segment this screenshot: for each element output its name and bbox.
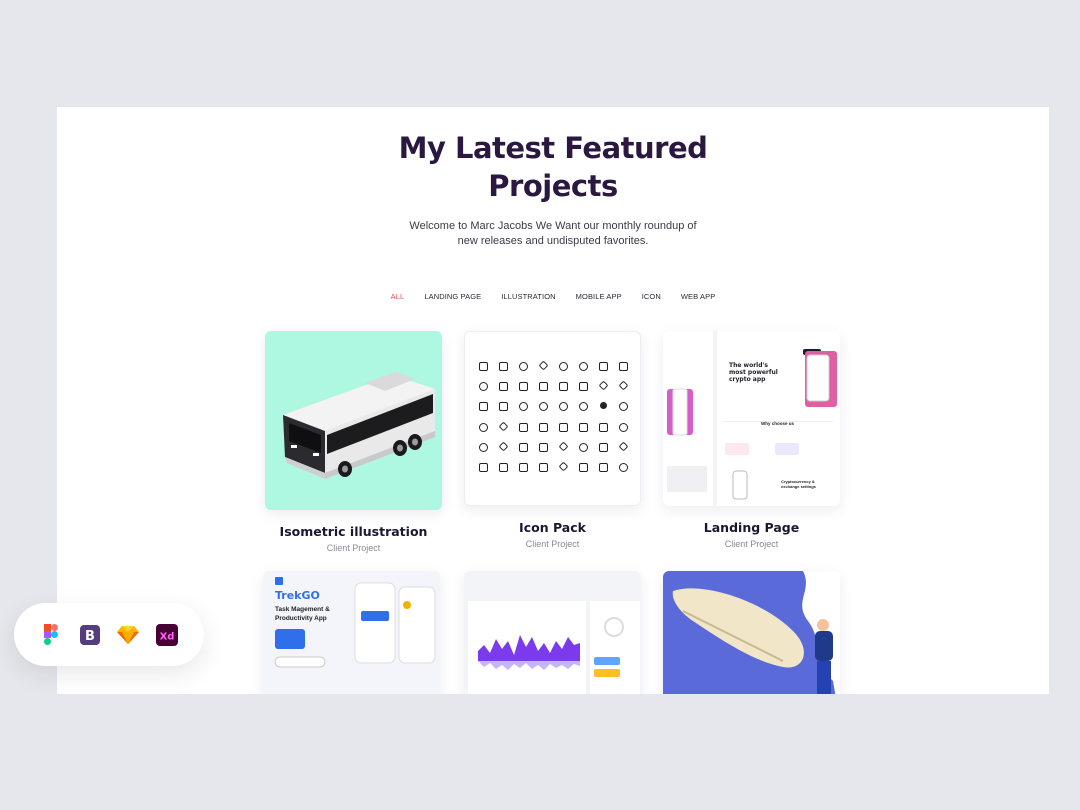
filter-tab-web-app[interactable]: WEB APP (681, 292, 715, 301)
grid-icon (538, 402, 548, 412)
grid-icon (498, 362, 508, 371)
grid-icon (498, 402, 508, 412)
grid-icon (578, 462, 588, 472)
grid-icon (598, 362, 608, 371)
grid-icon (598, 462, 608, 472)
grid-icon (578, 362, 588, 371)
xd-icon[interactable]: Xd (155, 623, 179, 647)
section-title: My Latest Featured Projects (57, 129, 1049, 205)
project-thumbnail: The world's most powerful crypto app Why… (663, 331, 840, 506)
grid-icon (618, 422, 628, 432)
project-card-whale[interactable] (663, 571, 840, 694)
section-subtitle: Welcome to Marc Jacobs We Want our month… (57, 219, 1049, 249)
project-card-landing-page[interactable]: The world's most powerful crypto app Why… (663, 331, 840, 549)
project-filter-tabs: ALL LANDING PAGE ILLUSTRATION MOBILE APP… (57, 292, 1049, 301)
project-card-isometric[interactable]: Isometric illustration Client Project (265, 331, 442, 553)
project-card-trekgo[interactable]: TrekGO Task Magement & Productivity App (263, 571, 440, 694)
grid-icon (558, 461, 568, 472)
bootstrap-icon[interactable]: B (78, 623, 102, 647)
title-line-2: Projects (488, 169, 618, 203)
project-title: Isometric illustration (279, 524, 428, 539)
design-tools-bar: B Xd (14, 603, 204, 666)
grid-icon (538, 360, 548, 371)
subtitle-line-2: new releases and undisputed favorites. (457, 235, 649, 247)
grid-icon (518, 382, 528, 392)
grid-icon (558, 422, 568, 432)
project-subtitle: Client Project (724, 539, 779, 549)
project-title: Icon Pack (519, 520, 586, 535)
grid-icon (598, 442, 608, 452)
grid-icon (538, 382, 548, 392)
grid-icon (518, 402, 528, 412)
dashboard-mockup (468, 601, 640, 694)
whale-illustration (663, 571, 836, 694)
grid-icon (518, 362, 528, 371)
mockup-section-title: Why choose us (761, 421, 795, 426)
grid-icon (558, 382, 568, 392)
project-card-icon-pack[interactable]: Icon Pack Client Project (464, 331, 641, 549)
project-title: Landing Page (703, 520, 800, 535)
portfolio-section: My Latest Featured Projects Welcome to M… (57, 107, 1049, 694)
svg-text:B: B (85, 629, 95, 644)
sketch-icon[interactable] (116, 623, 140, 647)
trek-mockup (274, 577, 436, 668)
project-thumbnail (464, 331, 641, 506)
grid-icon (478, 462, 488, 472)
grid-icon (618, 362, 628, 371)
grid-icon (598, 380, 608, 391)
project-thumbnail: TrekGO Task Magement & Productivity App (263, 571, 440, 694)
grid-icon (618, 402, 628, 412)
grid-icon (578, 422, 588, 432)
grid-icon (498, 462, 508, 472)
icon-grid (473, 360, 633, 472)
filter-tab-mobile-app[interactable]: MOBILE APP (576, 292, 622, 301)
grid-icon (478, 442, 488, 452)
project-thumbnail (464, 571, 641, 694)
grid-icon (578, 442, 588, 452)
grid-icon (478, 402, 488, 412)
grid-icon (618, 462, 628, 472)
grid-icon (538, 442, 548, 452)
project-thumbnail (663, 571, 840, 694)
grid-icon (498, 382, 508, 392)
grid-icon (498, 421, 508, 432)
svg-text:Xd: Xd (159, 631, 174, 642)
grid-icon (598, 422, 608, 432)
project-subtitle: Client Project (326, 543, 381, 553)
figma-icon[interactable] (39, 623, 63, 647)
grid-icon (558, 441, 568, 452)
grid-icon (558, 402, 568, 412)
grid-icon (478, 422, 488, 432)
mockup-headline: The world's most powerful crypto app (729, 362, 778, 383)
filter-tab-landing-page[interactable]: LANDING PAGE (424, 292, 481, 301)
grid-icon (538, 422, 548, 432)
grid-icon (518, 442, 528, 452)
grid-icon (518, 422, 528, 432)
grid-icon (558, 362, 568, 371)
subtitle-line-1: Welcome to Marc Jacobs We Want our month… (409, 220, 697, 232)
mockup-side-text: Cryptocurrency & exchange settings (781, 479, 816, 489)
grid-icon (478, 382, 488, 392)
grid-icon (478, 362, 488, 371)
grid-icon (578, 402, 588, 412)
grid-icon (578, 382, 588, 392)
grid-icon (618, 380, 628, 391)
filter-tab-illustration[interactable]: ILLUSTRATION (501, 292, 555, 301)
filter-tab-all[interactable]: ALL (391, 292, 405, 301)
grid-icon (518, 462, 528, 472)
grid-icon (599, 402, 607, 410)
grid-icon (618, 441, 628, 452)
project-card-dashboard[interactable] (464, 571, 641, 694)
grid-icon (538, 462, 548, 472)
title-line-1: My Latest Featured (398, 131, 708, 165)
project-thumbnail (265, 331, 442, 510)
grid-icon (498, 441, 508, 452)
filter-tab-icon[interactable]: ICON (642, 292, 661, 301)
project-subtitle: Client Project (525, 539, 580, 549)
bus-illustration (283, 372, 435, 479)
